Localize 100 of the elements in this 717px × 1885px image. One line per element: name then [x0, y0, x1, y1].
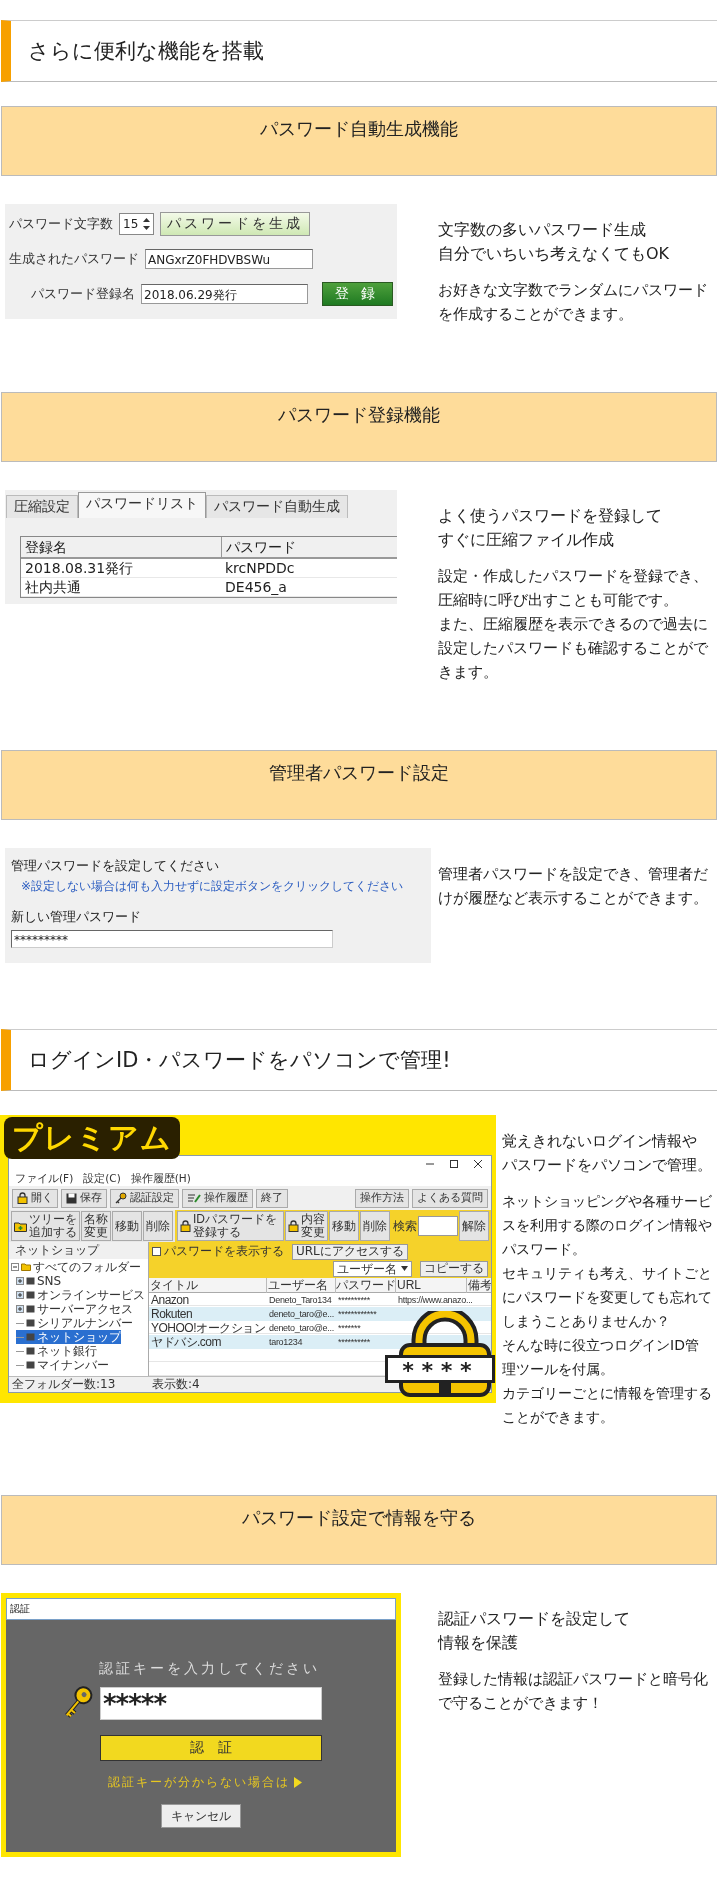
entry-toolbar-button[interactable]: 内容変更: [285, 1211, 328, 1241]
search-field[interactable]: [418, 1216, 458, 1236]
help-button[interactable]: よくある質問: [412, 1188, 488, 1208]
feature-description: 設定・作成したパスワードを登録でき、圧縮時に呼び出すことも可能です。: [438, 567, 709, 610]
entry-toolbar-button[interactable]: IDパスワードを登録する: [177, 1211, 284, 1241]
tree-toolbar-button[interactable]: 移動: [112, 1211, 142, 1241]
authenticate-button[interactable]: 認 証: [100, 1735, 322, 1761]
feature-description: また、圧縮履歴を表示できるので過去に設定したパスワードも確認することができます。: [438, 615, 709, 682]
registration-name-field[interactable]: 2018.06.29発行: [141, 284, 308, 304]
menu-item[interactable]: 設定(C): [83, 1172, 121, 1186]
copy-button[interactable]: コピーする: [420, 1260, 488, 1277]
table-cell-text: krcNPDDc: [224, 559, 296, 577]
field-label: パスワード登録名: [30, 285, 135, 303]
table-cell: deneto_taro@e...: [269, 1323, 334, 1333]
checkbox-icon[interactable]: [152, 1247, 161, 1256]
toolbar-button[interactable]: 保存: [61, 1188, 107, 1208]
feature-headline: 文字数の多いパスワード生成: [438, 219, 647, 241]
toolbar-button[interactable]: 開く: [12, 1188, 58, 1208]
tree-item[interactable]: マイナンバー: [16, 1358, 109, 1372]
close-icon[interactable]: [473, 1159, 483, 1169]
table-cell: https://www.anazo...: [398, 1295, 473, 1305]
url-access-button[interactable]: URLにアクセスする: [292, 1243, 408, 1260]
column-header: 登録名: [24, 538, 68, 557]
feature-headline: よく使うパスワードを登録して: [438, 505, 663, 527]
tree-item[interactable]: ネット銀行: [16, 1344, 97, 1358]
table-cell-text: 2018.08.31発行: [24, 559, 135, 577]
folder-title: ネットショップ: [9, 1242, 148, 1259]
tab[interactable]: パスワード自動生成: [206, 495, 348, 518]
padlock-icon: [17, 1192, 28, 1204]
generated-password-field[interactable]: ANGxrZ0FHDVBSWu: [145, 249, 313, 269]
field-label: パスワード文字数: [9, 215, 113, 233]
table-cell: **********: [338, 1295, 371, 1305]
field-label: 生成されたパスワード: [9, 250, 139, 268]
feature-banner: パスワード登録機能: [1, 392, 717, 462]
menu-item[interactable]: 操作履歴(H): [130, 1172, 191, 1186]
list-pencil-icon: [187, 1192, 201, 1204]
feature-description: ネットショッピングや各種サービスを利用する際のログイン情報やパスワード。: [502, 1192, 712, 1259]
expander-icon[interactable]: [16, 1291, 24, 1299]
tree-item[interactable]: サーバーアクセス: [16, 1302, 133, 1316]
table-cell-text: 社内共通: [24, 578, 82, 596]
table-cell: Deneto_Taro134: [269, 1295, 332, 1305]
menu-item[interactable]: ファイル(F): [15, 1172, 74, 1186]
tab[interactable]: 圧縮設定: [6, 495, 78, 518]
search-label: 検索: [393, 1217, 417, 1235]
help-button[interactable]: 操作方法: [355, 1188, 409, 1208]
cancel-button[interactable]: キャンセル: [161, 1804, 241, 1828]
padlock-icon: [288, 1220, 299, 1232]
forgot-key-link[interactable]: 認証キーが分からない場合は: [108, 1774, 302, 1791]
column-header: URL: [396, 1278, 467, 1293]
toolbar-button[interactable]: 終了: [256, 1188, 288, 1208]
feature-description: 登録した情報は認証パスワードと暗号化で守ることができます！: [438, 1670, 709, 1713]
key-icon: [115, 1192, 127, 1204]
column-header: タイトル: [149, 1278, 267, 1293]
feature-headline: 情報を保護: [438, 1632, 519, 1654]
tree-item[interactable]: シリアルナンバー: [16, 1316, 133, 1330]
auth-key-field[interactable]: *****: [100, 1686, 322, 1720]
table-cell: ヤドバシ.com: [151, 1335, 221, 1349]
feature-headline: すぐに圧縮ファイル作成: [438, 529, 615, 551]
copy-field-dropdown[interactable]: ユーザー名: [333, 1260, 412, 1277]
toolbar-button[interactable]: 操作履歴: [182, 1188, 253, 1208]
tree-item[interactable]: SNS: [16, 1274, 62, 1288]
tree-item[interactable]: オンラインサービス: [16, 1288, 145, 1302]
folder-icon: [21, 1263, 31, 1271]
column-header: パスワード: [221, 537, 397, 557]
dropdown-caret-icon[interactable]: [401, 1266, 408, 1271]
clear-button[interactable]: 解除: [459, 1211, 489, 1241]
entry-toolbar-button[interactable]: 移動: [329, 1211, 359, 1241]
table-cell: ************: [338, 1309, 377, 1319]
tree-toolbar-button[interactable]: ツリーを追加する: [11, 1211, 80, 1241]
tree-toolbar-button[interactable]: 削除: [143, 1211, 173, 1241]
entry-toolbar-button[interactable]: 削除: [360, 1211, 390, 1241]
expander-icon[interactable]: [16, 1305, 24, 1313]
spinner-arrows-icon[interactable]: [142, 216, 152, 232]
feature-headline: 覚えきれないログイン情報や: [502, 1132, 698, 1151]
admin-password-field[interactable]: *********: [11, 930, 333, 948]
register-button[interactable]: 登 録: [321, 282, 393, 306]
table-cell: Rokuten: [151, 1307, 193, 1321]
prompt-text: 管理パスワードを設定してください: [11, 858, 220, 875]
length-spinner[interactable]: 15: [119, 213, 155, 235]
dialog-title-bar: 認証: [6, 1598, 396, 1620]
feature-banner: 管理者パスワード設定: [1, 750, 717, 820]
table-cell: Anazon: [151, 1293, 189, 1307]
feature-headline: 認証パスワードを設定して: [438, 1608, 631, 1630]
expander-icon[interactable]: [16, 1277, 24, 1285]
status-text: 全フォルダー数:13: [11, 1377, 117, 1392]
generate-button[interactable]: パスワードを生成: [160, 212, 311, 236]
tree-item[interactable]: ネットショップ: [16, 1330, 121, 1344]
table-cell: *******: [338, 1323, 361, 1333]
tree-item[interactable]: すべてのフォルダー: [11, 1260, 141, 1274]
lock-code-label: ****: [385, 1355, 495, 1383]
show-password-checkbox[interactable]: パスワードを表示する: [152, 1243, 284, 1260]
column-header: ユーザー名: [267, 1278, 336, 1293]
toolbar-button[interactable]: 認証設定: [110, 1188, 179, 1208]
table-cell: taro1234: [269, 1337, 303, 1347]
column-header: 備考: [467, 1278, 491, 1293]
maximize-icon[interactable]: [449, 1159, 459, 1169]
table-cell: **********: [338, 1337, 371, 1347]
tree-toolbar-button[interactable]: 名称変更: [81, 1211, 111, 1241]
expander-icon[interactable]: [11, 1263, 19, 1271]
tab[interactable]: パスワードリスト: [78, 492, 206, 518]
